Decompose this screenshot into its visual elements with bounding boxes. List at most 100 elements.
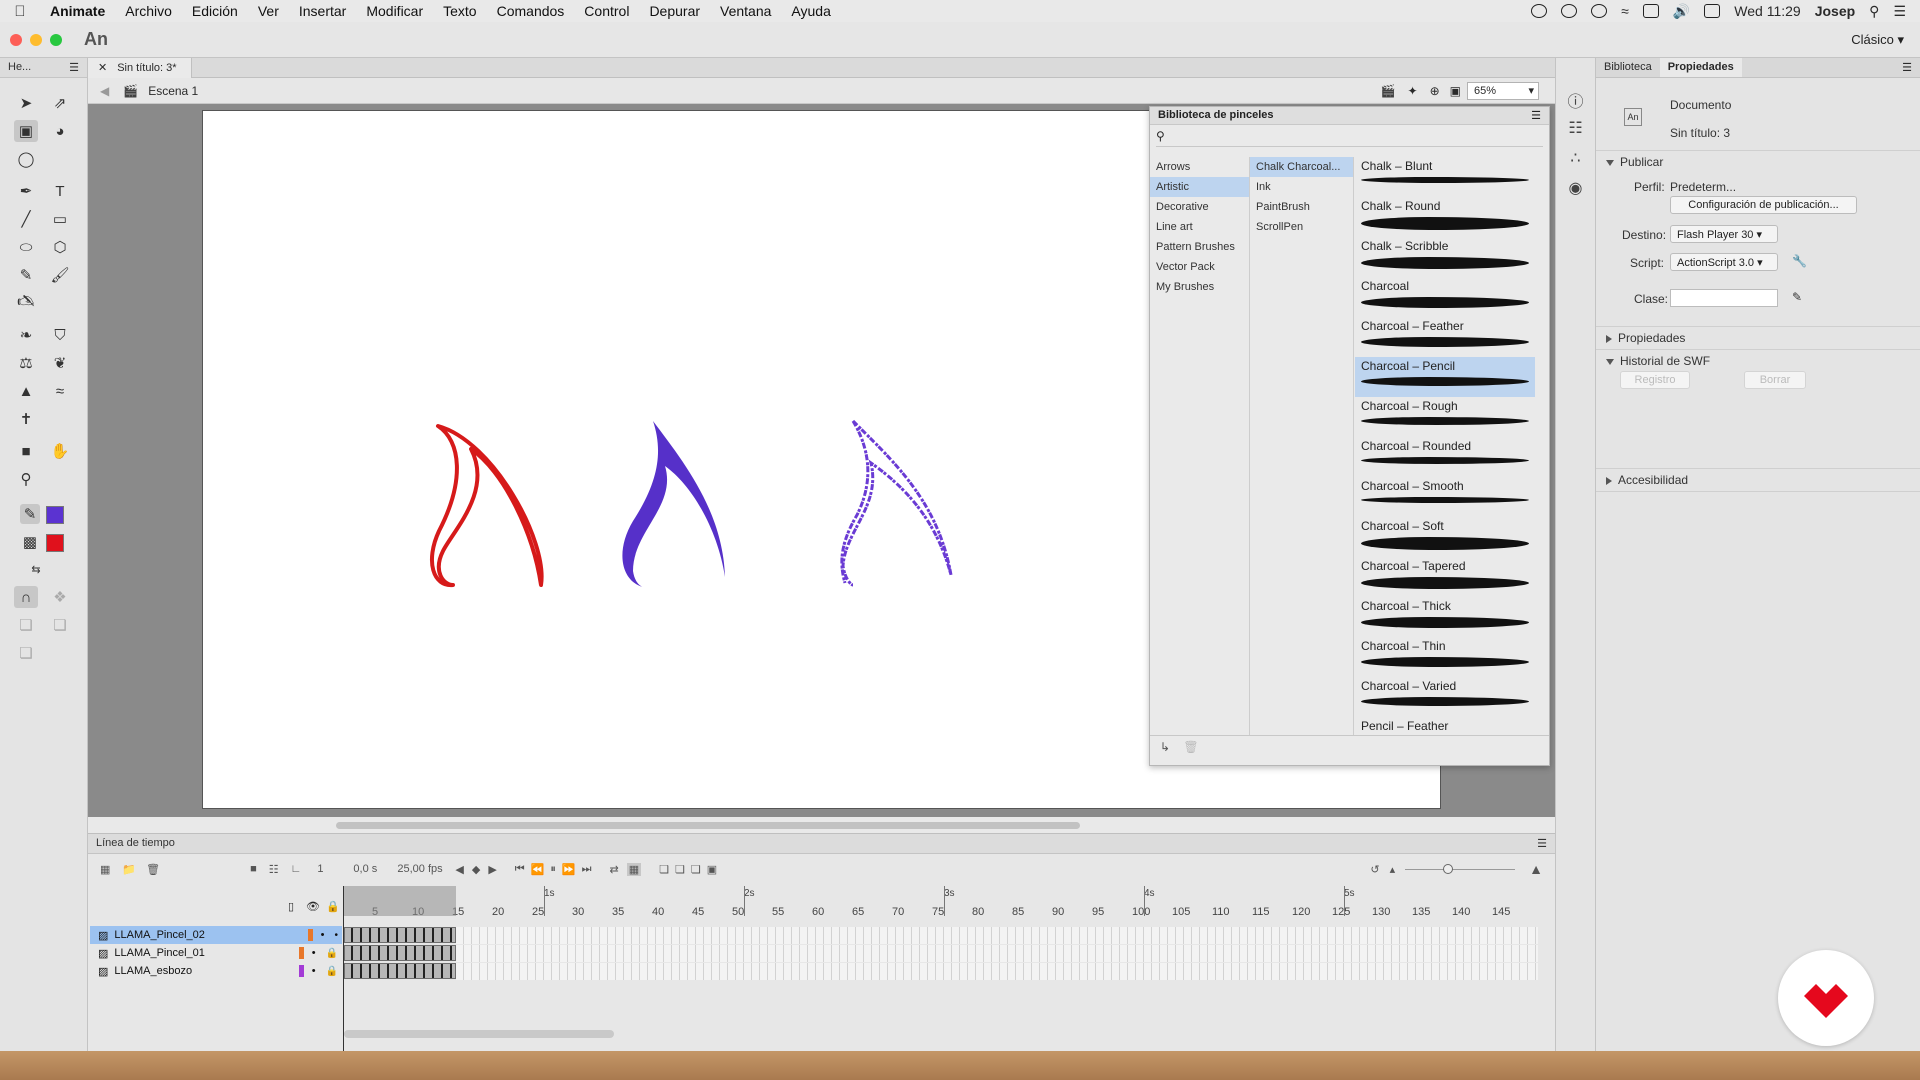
- publish-section-header[interactable]: Publicar: [1606, 155, 1663, 169]
- brush-subcategory-item[interactable]: Chalk Charcoal...: [1250, 157, 1353, 177]
- class-input[interactable]: [1670, 289, 1778, 307]
- clock[interactable]: Wed 11:29: [1734, 3, 1800, 19]
- go-to-first-frame-icon[interactable]: ⏮: [515, 863, 525, 876]
- stroke-color-pencil-icon[interactable]: ✎: [20, 504, 40, 524]
- go-to-last-frame-icon[interactable]: ⏭: [582, 863, 592, 876]
- sync-icon[interactable]: [1591, 4, 1608, 18]
- snap-to-objects-icon[interactable]: ∩: [14, 586, 38, 608]
- timeline-ruler[interactable]: 5101520253035404550556065707580859095100…: [344, 886, 1540, 926]
- brush-item[interactable]: Charcoal – Varied: [1355, 677, 1535, 717]
- new-folder-icon[interactable]: 📁: [122, 863, 136, 876]
- brush-item[interactable]: Chalk – Scribble: [1355, 237, 1535, 277]
- brush-item[interactable]: Charcoal – Tapered: [1355, 557, 1535, 597]
- layer-keyframe-span[interactable]: [344, 927, 456, 943]
- polystar-tool-icon[interactable]: ⬡: [48, 236, 72, 258]
- brush-item[interactable]: Charcoal – Pencil: [1355, 357, 1535, 397]
- swf-history-section-header[interactable]: Historial de SWF: [1606, 354, 1710, 368]
- menu-ver[interactable]: Ver: [248, 3, 289, 19]
- prev-keyframe-icon[interactable]: ◀: [455, 863, 463, 876]
- brush-item[interactable]: Charcoal – Feather: [1355, 317, 1535, 357]
- fill-color-bucket-icon[interactable]: ▩: [20, 532, 40, 552]
- playhead-range[interactable]: [344, 886, 456, 916]
- layer-color-tag[interactable]: [307, 929, 313, 941]
- menu-modificar[interactable]: Modificar: [356, 3, 433, 19]
- timeline-zoom-slider-handle[interactable]: [1443, 863, 1454, 874]
- brush-item[interactable]: Charcoal: [1355, 277, 1535, 317]
- clip-content-icon[interactable]: ▣: [1450, 84, 1461, 98]
- width-tool-icon[interactable]: ≈: [48, 380, 72, 402]
- layer-empty-frames[interactable]: [456, 945, 1538, 962]
- distort-option-icon[interactable]: ❏: [14, 642, 38, 664]
- motion-presets-icon[interactable]: ∴: [1566, 148, 1586, 168]
- menu-edicion[interactable]: Edición: [182, 3, 248, 19]
- menu-control[interactable]: Control: [574, 3, 639, 19]
- align-panel-icon[interactable]: ☷: [1566, 118, 1586, 138]
- line-tool-icon[interactable]: ╱: [14, 208, 38, 230]
- zoom-tool-icon[interactable]: ⚲: [14, 468, 38, 490]
- zoom-window-button[interactable]: [50, 33, 62, 46]
- rectangle-tool-icon[interactable]: ▭: [48, 208, 72, 230]
- spotlight-search-icon[interactable]: ⚲: [1869, 3, 1879, 20]
- eyedropper-tool-icon[interactable]: ❦: [48, 352, 72, 374]
- free-transform-tool-icon[interactable]: ▣: [14, 120, 38, 142]
- onion-outlines-icon[interactable]: ❏: [675, 863, 685, 876]
- brush-category-item[interactable]: My Brushes: [1150, 277, 1249, 297]
- lasso-tool-icon[interactable]: ◯: [14, 148, 38, 170]
- panel-menu-icon[interactable]: ☰: [69, 61, 79, 74]
- brush-category-item[interactable]: Line art: [1150, 217, 1249, 237]
- accessibility-section-header[interactable]: Accesibilidad: [1606, 473, 1688, 487]
- layer-name[interactable]: LLAMA_esbozo: [114, 965, 192, 977]
- modify-markers-icon[interactable]: ❏: [691, 863, 701, 876]
- scale-option-icon[interactable]: ❏: [48, 614, 72, 636]
- brush-category-item[interactable]: Decorative: [1150, 197, 1249, 217]
- edit-scene-icon[interactable]: 🎬: [1381, 84, 1396, 98]
- hand-tool-icon[interactable]: ✋: [48, 440, 72, 462]
- insert-keyframe-icon[interactable]: ◆: [472, 863, 480, 876]
- layer-empty-frames[interactable]: [456, 927, 1538, 944]
- stroke-color-swatch[interactable]: [46, 506, 64, 524]
- layer-keyframe-span[interactable]: [344, 963, 456, 979]
- brush-subcategory-item[interactable]: Ink: [1250, 177, 1353, 197]
- brush-item[interactable]: Chalk – Round: [1355, 197, 1535, 237]
- clear-button[interactable]: Borrar: [1744, 371, 1806, 389]
- menu-comandos[interactable]: Comandos: [487, 3, 575, 19]
- step-back-icon[interactable]: ⏪: [531, 863, 545, 876]
- timeline-layer-row[interactable]: ▨ LLAMA_esbozo • 🔒: [90, 962, 342, 980]
- layer-color-tag[interactable]: [298, 965, 304, 977]
- script-dropdown[interactable]: ActionScript 3.0 ▾: [1670, 253, 1778, 271]
- graph-icon[interactable]: ∟: [291, 863, 302, 875]
- onion-skin-icon[interactable]: ▦: [626, 862, 642, 876]
- brush-subcategory-item[interactable]: ScrollPen: [1250, 217, 1353, 237]
- eraser-tool-icon[interactable]: ▲: [14, 380, 38, 402]
- pencil-tool-icon[interactable]: ✎: [14, 264, 38, 286]
- volume-icon[interactable]: 🔊: [1673, 3, 1690, 20]
- zoom-out-timeline-icon[interactable]: ▴: [1390, 863, 1396, 876]
- log-button[interactable]: Registro: [1620, 371, 1690, 389]
- edit-class-pencil-icon[interactable]: ✎: [1792, 290, 1802, 304]
- parenting-view-icon[interactable]: ☷: [269, 863, 279, 876]
- timeline-zoom-slider[interactable]: [1405, 863, 1516, 874]
- zoom-in-timeline-icon[interactable]: ▲: [1529, 861, 1543, 877]
- paint-brush-tool-icon[interactable]: 🖌: [48, 264, 72, 286]
- pen-tool-icon[interactable]: ✒: [14, 180, 38, 202]
- camera-layer-icon[interactable]: ■: [250, 863, 257, 875]
- smooth-option-icon[interactable]: ❖: [48, 586, 72, 608]
- minimize-window-button[interactable]: [30, 33, 42, 46]
- back-arrow-icon[interactable]: ◀: [100, 84, 109, 98]
- brush-item[interactable]: Pencil – Feather: [1355, 717, 1535, 735]
- wifi-icon[interactable]: ≈: [1621, 3, 1629, 19]
- menu-animate[interactable]: Animate: [40, 3, 115, 19]
- brush-subcategory-item[interactable]: PaintBrush: [1250, 197, 1353, 217]
- tab-propiedades[interactable]: Propiedades: [1659, 58, 1742, 77]
- tab-biblioteca[interactable]: Biblioteca: [1596, 58, 1660, 77]
- paint-bucket-tool-icon[interactable]: ⛉: [48, 324, 72, 346]
- subselection-tool-icon[interactable]: ⇗: [48, 92, 72, 114]
- undo-icon[interactable]: ↺: [1370, 863, 1379, 876]
- fill-color-swatch[interactable]: [46, 534, 64, 552]
- add-to-library-icon[interactable]: ↳: [1160, 740, 1170, 754]
- delete-layer-icon[interactable]: 🗑: [146, 863, 160, 876]
- 3d-rotation-tool-icon[interactable]: ◕: [48, 120, 72, 142]
- brush-tool-icon[interactable]: 🖎: [14, 292, 38, 314]
- workspace-switcher[interactable]: Clásico ▾: [1851, 32, 1904, 48]
- layer-visibility-dot[interactable]: •: [321, 929, 325, 941]
